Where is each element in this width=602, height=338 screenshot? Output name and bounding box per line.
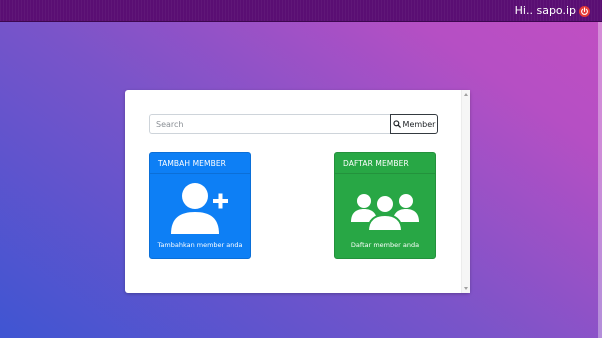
user-plus-icon — [171, 183, 228, 234]
users-group-icon — [351, 194, 419, 232]
card-caption: Tambahkan member anda — [157, 241, 243, 249]
search-member-button[interactable]: Member — [390, 114, 438, 134]
top-navbar: Hi.. sapo.ip — [0, 0, 602, 22]
tambah-member-card[interactable]: TAMBAH MEMBER Tambahkan member anda — [149, 152, 251, 259]
main-panel: Member TAMBAH MEMBER Tambahkan member an… — [125, 90, 470, 293]
search-input[interactable] — [149, 114, 390, 134]
user-greeting: Hi.. sapo.ip — [514, 4, 576, 17]
panel-scrollbar[interactable] — [461, 90, 470, 293]
window-edge — [598, 22, 602, 338]
daftar-member-card[interactable]: DAFTAR MEMBER Daftar member anda — [334, 152, 436, 259]
scroll-down-icon[interactable] — [464, 287, 468, 290]
card-title: DAFTAR MEMBER — [335, 153, 435, 174]
card-title: TAMBAH MEMBER — [150, 153, 250, 174]
search-icon — [392, 120, 401, 128]
scroll-up-icon[interactable] — [464, 93, 468, 96]
search-button-label: Member — [402, 119, 436, 129]
power-icon[interactable] — [579, 6, 590, 17]
card-caption: Daftar member anda — [350, 241, 420, 249]
